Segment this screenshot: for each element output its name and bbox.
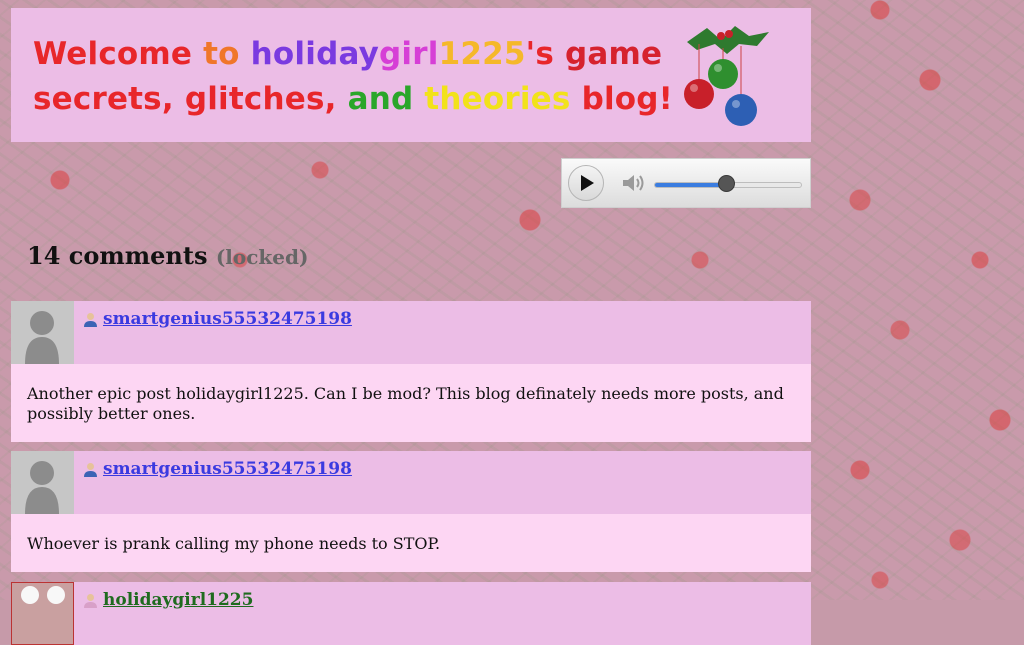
comment: smartgenius55532475198 Another epic post… <box>11 301 811 442</box>
banner-title-word: theories <box>424 81 582 117</box>
comment: holidaygirl1225 <box>11 582 811 645</box>
banner-title-line-2: secrets, glitches, and theories blog! <box>33 77 673 122</box>
comment-author-name: holidaygirl1225 <box>103 590 254 610</box>
comment-author-name: smartgenius55532475198 <box>103 459 352 479</box>
comment-header: smartgenius55532475198 <box>11 301 811 364</box>
comment-header: holidaygirl1225 <box>11 582 811 645</box>
comment-author-link[interactable]: smartgenius55532475198 <box>83 309 352 329</box>
banner-title-line-1: Welcome to holidaygirl1225's game <box>33 32 673 77</box>
default-user-icon <box>25 461 59 514</box>
comments-locked-status: (locked) <box>215 245 309 269</box>
comment-text: Whoever is prank calling my phone needs … <box>11 514 811 572</box>
comment-author-link[interactable]: holidaygirl1225 <box>83 590 253 610</box>
play-icon <box>581 175 594 191</box>
banner-title-word: and <box>347 81 425 117</box>
banner-title-word: 1225 <box>438 36 526 72</box>
avatar[interactable] <box>11 301 74 364</box>
comment-header: smartgenius55532475198 <box>11 451 811 514</box>
banner-title-word: glitches, <box>184 81 348 117</box>
banner-title-word: secrets, <box>33 81 185 117</box>
play-button[interactable] <box>568 165 604 201</box>
banner-title-word: holiday <box>250 36 380 72</box>
volume-slider[interactable] <box>654 175 802 192</box>
user-icon <box>84 312 97 327</box>
avatar[interactable] <box>11 582 74 645</box>
volume-icon[interactable] <box>622 173 646 193</box>
banner-title-word: girl <box>379 36 439 72</box>
banner-title: Welcome to holidaygirl1225's game secrets… <box>33 32 673 122</box>
audio-player <box>561 158 811 208</box>
comment-text: Another epic post holidaygirl1225. Can I… <box>11 364 811 442</box>
comments-heading: 14 comments (locked) <box>27 241 308 270</box>
default-user-icon <box>25 311 59 364</box>
avatar[interactable] <box>11 451 74 514</box>
comment: smartgenius55532475198 Whoever is prank … <box>11 451 811 572</box>
blog-container: Welcome to holidaygirl1225's game secrets… <box>11 8 811 645</box>
user-icon <box>84 593 97 608</box>
banner-title-word: blog! <box>581 81 674 117</box>
comments-count: 14 comments <box>27 241 208 270</box>
comment-author-link[interactable]: smartgenius55532475198 <box>83 459 352 479</box>
banner-title-word: game <box>565 36 663 72</box>
blog-banner: Welcome to holidaygirl1225's game secrets… <box>11 8 811 142</box>
user-icon <box>84 462 97 477</box>
banner-title-word: to <box>203 36 251 72</box>
volume-slider-fill <box>655 183 727 187</box>
comment-author-name: smartgenius55532475198 <box>103 309 352 329</box>
banner-title-word: Welcome <box>33 36 204 72</box>
christmas-ornaments-icon <box>684 26 769 126</box>
volume-slider-knob[interactable] <box>717 175 735 192</box>
banner-title-word: 's <box>525 36 566 72</box>
snowflake-avatar-icon <box>12 583 73 644</box>
